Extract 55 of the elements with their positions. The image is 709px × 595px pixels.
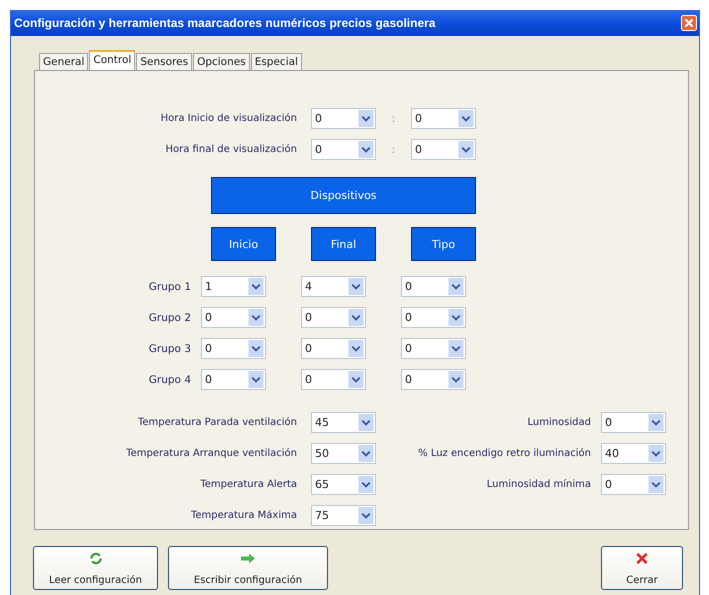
tab[interactable]: General — [39, 53, 88, 70]
group-label: Grupo 2 — [148, 312, 192, 324]
reload-button[interactable]: Leer configuración — [33, 546, 158, 590]
field-label: Temperatura Máxima — [190, 510, 297, 521]
close-icon[interactable] — [681, 15, 697, 31]
hour-dropdown[interactable]: 0 — [311, 139, 376, 160]
value-dropdown[interactable]: 4 — [301, 276, 366, 297]
tab[interactable]: Especial — [250, 53, 302, 70]
close-button[interactable]: Cerrar — [601, 546, 683, 590]
field-label: Luminosidad — [526, 417, 591, 428]
tab[interactable]: Opciones — [193, 53, 250, 70]
value-dropdown[interactable]: 1 — [201, 276, 266, 297]
lighting-dropdown[interactable]: 0 — [601, 474, 666, 495]
separator-text: : — [390, 112, 396, 125]
field-label: % Luz encendigo retro iluminación — [417, 448, 591, 459]
value-dropdown[interactable]: 0 — [201, 369, 266, 390]
group-label: Grupo 4 — [148, 374, 192, 386]
value-dropdown[interactable]: 0 — [201, 307, 266, 328]
field-label: Luminosidad mínima — [486, 479, 591, 490]
temperature-dropdown[interactable]: 65 — [311, 474, 376, 495]
group-label: Grupo 1 — [148, 280, 192, 292]
temperature-dropdown[interactable]: 45 — [311, 412, 376, 433]
value-dropdown[interactable]: 0 — [201, 338, 266, 359]
minute-dropdown[interactable]: 0 — [411, 139, 476, 160]
arrow-right-icon — [240, 552, 256, 565]
field-label: Temperatura Alerta — [199, 479, 297, 490]
column-header: Final — [311, 227, 376, 261]
temperature-dropdown[interactable]: 50 — [311, 443, 376, 464]
hour-dropdown[interactable]: 0 — [311, 108, 376, 129]
field-label: Temperatura Parada ventilación — [136, 417, 297, 428]
value-dropdown[interactable]: 0 — [401, 276, 466, 297]
field-label: Temperatura Arranque ventilación — [125, 448, 297, 459]
tab[interactable]: Control — [89, 50, 136, 70]
lighting-dropdown[interactable]: 40 — [601, 443, 666, 464]
column-header: Tipo — [411, 227, 476, 261]
close-icon — [634, 552, 650, 565]
value-dropdown[interactable]: 0 — [401, 369, 466, 390]
column-header: Inicio — [211, 227, 276, 261]
minute-dropdown[interactable]: 0 — [411, 108, 476, 129]
write-button[interactable]: Escribir configuración — [168, 546, 328, 590]
window-title: Configuración y herramientas maarcadores numéricos precios gasolinera — [14, 16, 436, 30]
separator-text: : — [390, 143, 396, 156]
field-label: Hora Inicio de visualización — [160, 113, 297, 124]
field-label: Hora final de visualización — [164, 144, 297, 155]
group-label: Grupo 3 — [148, 342, 192, 354]
value-dropdown[interactable]: 0 — [301, 338, 366, 359]
lighting-dropdown[interactable]: 0 — [601, 412, 666, 433]
refresh-icon — [88, 552, 104, 565]
value-dropdown[interactable]: 0 — [401, 307, 466, 328]
value-dropdown[interactable]: 0 — [401, 338, 466, 359]
tab[interactable]: Sensores — [136, 53, 192, 70]
section-header: Dispositivos — [211, 177, 476, 214]
value-dropdown[interactable]: 0 — [301, 369, 366, 390]
temperature-dropdown[interactable]: 75 — [311, 505, 376, 526]
value-dropdown[interactable]: 0 — [301, 307, 366, 328]
